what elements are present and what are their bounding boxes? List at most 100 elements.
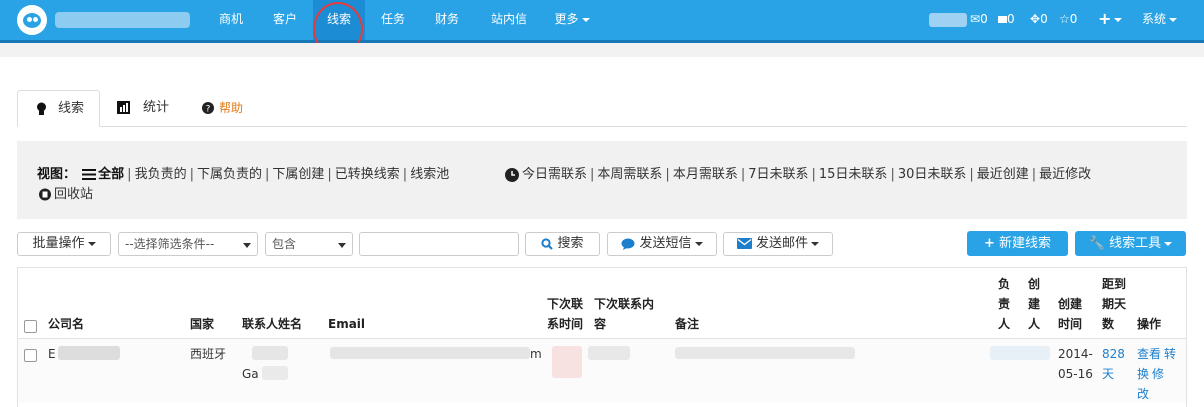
- col-creator-3[interactable]: 人: [1028, 314, 1040, 334]
- nav-business[interactable]: 商机: [206, 0, 256, 40]
- clock-icon: [505, 167, 519, 182]
- task-count[interactable]: ✥0: [1030, 0, 1048, 40]
- contact-blurred: [252, 346, 288, 360]
- top-navbar: 商机 客户 线索 任务 财务 站内信 更多 ✉0 0 ✥0 ☆0 + 系统: [0, 0, 1204, 43]
- view-week-contact[interactable]: 本周需联系: [597, 167, 662, 182]
- col-owner-1[interactable]: 负: [998, 274, 1010, 294]
- star-icon: ☆: [1059, 12, 1070, 26]
- col-company[interactable]: 公司名: [48, 314, 84, 334]
- col-next-time-line1[interactable]: 下次联: [547, 294, 583, 314]
- convert-link-1[interactable]: 转: [1164, 344, 1176, 364]
- cell-email[interactable]: m: [530, 344, 542, 364]
- search-input[interactable]: [359, 232, 519, 256]
- view-converted[interactable]: 已转换线索: [335, 167, 400, 182]
- view-recycle-bin[interactable]: 回收站: [54, 187, 93, 202]
- col-owner-2[interactable]: 责: [998, 294, 1010, 314]
- nav-customers[interactable]: 客户: [260, 0, 310, 40]
- nav-more-label: 更多: [554, 12, 579, 26]
- col-contact[interactable]: 联系人姓名: [242, 314, 302, 334]
- col-note[interactable]: 备注: [675, 314, 699, 334]
- view-lead-pool[interactable]: 线索池: [410, 167, 449, 182]
- view-line-1-right: 今日需联系 | 本周需联系 | 本月需联系 | 7日未联系 | 15日未联系 | 30日未联系 | 最近…: [505, 163, 1091, 182]
- nav-messages[interactable]: 站内信: [479, 0, 539, 40]
- nav-more[interactable]: 更多: [547, 0, 597, 40]
- mail-count[interactable]: ✉0: [970, 0, 988, 40]
- add-menu[interactable]: +: [1098, 0, 1123, 40]
- username-blurred[interactable]: [929, 13, 967, 27]
- cell-created-date-2: 05-16: [1058, 367, 1093, 381]
- email-blurred: [330, 347, 530, 359]
- view-filter-box: 视图： 全部 | 我负责的 | 下属负责的 | 下属创建 | 已转换线索 | 线索池 今日需联系 | 本…: [17, 141, 1187, 219]
- send-sms-button[interactable]: 发送短信: [607, 232, 717, 256]
- table-header-divider: [17, 338, 1187, 339]
- col-owner-3[interactable]: 人: [998, 314, 1010, 334]
- col-email[interactable]: Email: [328, 314, 365, 334]
- tab-help[interactable]: ? 帮助: [202, 90, 262, 126]
- cell-due-days-unit[interactable]: 天: [1102, 364, 1114, 384]
- system-menu[interactable]: 系统: [1142, 0, 1178, 40]
- chevron-down-icon: [243, 243, 251, 248]
- send-sms-label: 发送短信: [639, 236, 692, 251]
- system-menu-label: 系统: [1142, 12, 1167, 26]
- view-30day-no-contact[interactable]: 30日未联系: [898, 167, 967, 182]
- view-subordinate-created[interactable]: 下属创建: [272, 167, 324, 182]
- plus-icon: +: [1098, 9, 1112, 28]
- view-today-contact[interactable]: 今日需联系: [522, 167, 587, 182]
- list-icon: [82, 169, 97, 180]
- message-count[interactable]: 0: [998, 0, 1015, 40]
- view-month-contact[interactable]: 本月需联系: [673, 167, 738, 182]
- col-country[interactable]: 国家: [190, 314, 214, 334]
- contact-blurred-2: [262, 366, 288, 380]
- col-creator-1[interactable]: 创: [1028, 274, 1040, 294]
- filter-condition-select[interactable]: --选择筛选条件--: [118, 232, 258, 256]
- chevron-down-icon: [87, 241, 96, 246]
- nav-tasks[interactable]: 任务: [368, 0, 418, 40]
- view-7day-no-contact[interactable]: 7日未联系: [748, 167, 808, 182]
- batch-actions-button[interactable]: 批量操作: [17, 232, 111, 256]
- edit-link-1[interactable]: 修: [1152, 364, 1164, 384]
- col-creator-2[interactable]: 建: [1028, 294, 1040, 314]
- col-due-1[interactable]: 距到: [1102, 274, 1126, 294]
- cell-company[interactable]: E: [48, 344, 56, 364]
- view-15day-no-contact[interactable]: 15日未联系: [819, 167, 888, 182]
- batch-actions-label: 批量操作: [32, 236, 85, 251]
- select-all-checkbox[interactable]: [24, 320, 37, 333]
- col-next-content-line2[interactable]: 容: [594, 314, 606, 334]
- cell-due-days[interactable]: 828: [1102, 344, 1125, 364]
- chevron-down-icon: [1169, 17, 1178, 22]
- tab-leads[interactable]: 线索: [17, 90, 100, 127]
- monkey-logo-icon[interactable]: [17, 5, 47, 35]
- nav-finance[interactable]: 财务: [421, 0, 473, 40]
- convert-link-2[interactable]: 换: [1137, 364, 1149, 384]
- view-recent-modified[interactable]: 最近修改: [1039, 167, 1091, 182]
- col-created-2[interactable]: 时间: [1058, 314, 1082, 334]
- tab-help-label: 帮助: [219, 101, 244, 115]
- view-all[interactable]: 全部: [98, 167, 124, 182]
- match-mode-select[interactable]: 包含: [265, 232, 353, 256]
- col-due-2[interactable]: 期天: [1102, 294, 1126, 314]
- next-time-blurred: [552, 346, 582, 378]
- star-count[interactable]: ☆0: [1059, 0, 1077, 40]
- chevron-down-icon: [581, 17, 590, 22]
- col-created-1[interactable]: 创建: [1058, 294, 1082, 314]
- col-next-time-line2[interactable]: 系时间: [547, 314, 583, 334]
- edit-link-2[interactable]: 改: [1137, 384, 1149, 404]
- tab-stats[interactable]: 统计: [117, 90, 187, 126]
- search-button-label: 搜索: [557, 236, 584, 251]
- view-prefix: 视图：: [37, 167, 77, 182]
- view-link[interactable]: 查看: [1137, 344, 1161, 364]
- lead-tools-label: 线索工具: [1109, 236, 1162, 251]
- view-recent-created[interactable]: 最近创建: [977, 167, 1029, 182]
- col-due-3[interactable]: 数: [1102, 314, 1114, 334]
- col-next-content-line1[interactable]: 下次联系内: [594, 294, 654, 314]
- new-lead-button[interactable]: + 新建线索: [967, 231, 1068, 256]
- star-count-value: 0: [1069, 12, 1078, 26]
- row-checkbox[interactable]: [24, 349, 37, 362]
- task-count-value: 0: [1040, 12, 1048, 26]
- send-email-button[interactable]: 发送邮件: [723, 232, 833, 256]
- view-subordinate-owned[interactable]: 下属负责的: [197, 167, 262, 182]
- tab-stats-label: 统计: [143, 100, 170, 115]
- lead-tools-button[interactable]: 🔧 线索工具: [1075, 231, 1186, 256]
- search-button[interactable]: 搜索: [525, 232, 600, 256]
- view-my-leads[interactable]: 我负责的: [135, 167, 187, 182]
